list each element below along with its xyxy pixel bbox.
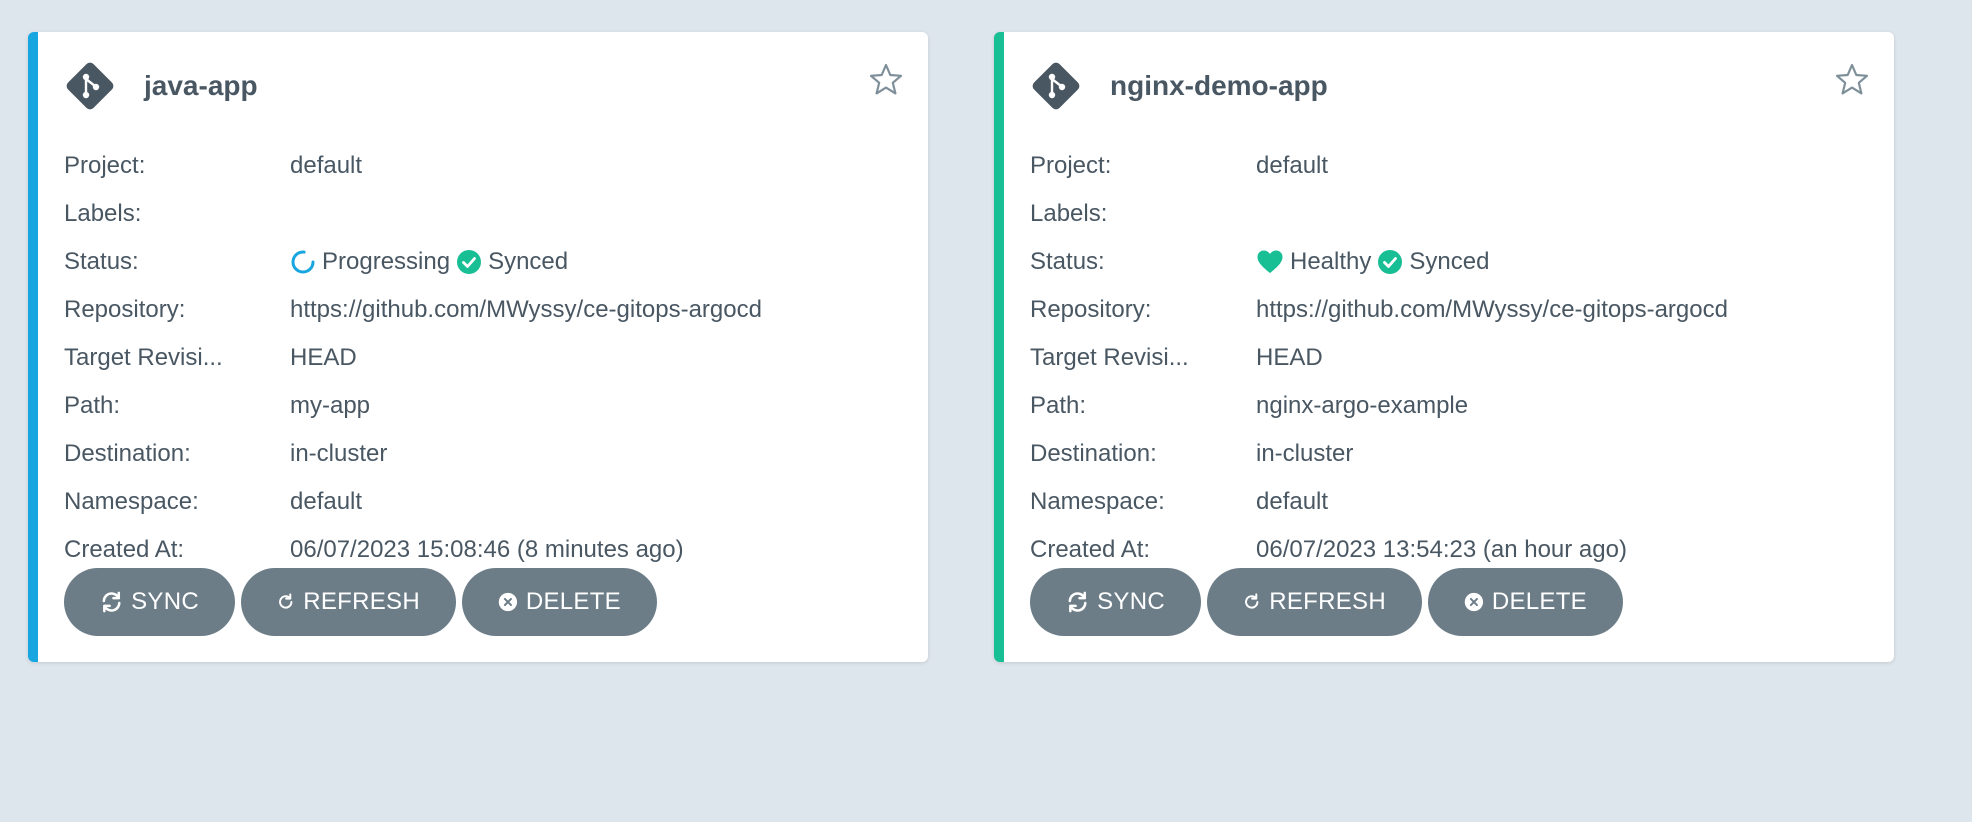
- status-label: Status:: [1030, 248, 1105, 275]
- created-at-label: Created At:: [1030, 536, 1151, 563]
- health-status-text: Progressing: [322, 248, 451, 275]
- card-header: java-app: [64, 60, 258, 112]
- namespace-label: Namespace:: [1030, 488, 1165, 515]
- refresh-icon: [279, 593, 293, 609]
- sync-button-label: SYNC: [1097, 588, 1165, 615]
- created-at-row: Created At: 06/07/2023 15:08:46 (8 minut…: [64, 526, 762, 574]
- sync-button-label: SYNC: [131, 588, 199, 615]
- sync-status[interactable]: Synced: [1377, 248, 1489, 276]
- refresh-button[interactable]: REFRESH: [241, 568, 456, 636]
- repository-row: Repository: https://github.com/MWyssy/ce…: [64, 286, 762, 334]
- refresh-icon: [1245, 593, 1259, 609]
- delete-button-label: DELETE: [525, 588, 621, 615]
- git-icon: [1030, 60, 1082, 112]
- path-label: Path:: [1030, 392, 1087, 419]
- namespace-row: Namespace: default: [1030, 478, 1728, 526]
- namespace-value: default: [290, 488, 363, 515]
- repository-link[interactable]: https://github.com/MWyssy/ce-gitops-argo…: [290, 296, 762, 324]
- app-details: Project: default Labels: Status: Progres…: [64, 142, 762, 574]
- project-value: default: [290, 152, 363, 179]
- status-value: Progressing Synced: [290, 248, 574, 276]
- card-header: nginx-demo-app: [1030, 60, 1328, 112]
- git-icon: [64, 60, 116, 112]
- health-status-text: Healthy: [1290, 248, 1372, 275]
- path-value: nginx-argo-example: [1256, 392, 1469, 419]
- namespace-label: Namespace:: [64, 488, 199, 515]
- target-revision-row: Target Revisi... HEAD: [64, 334, 762, 382]
- app-card-nginx-demo-app[interactable]: nginx-demo-app Project: default Labels: …: [994, 32, 1894, 662]
- favorite-star-icon[interactable]: [1834, 62, 1870, 98]
- status-row: Status: Progressing Synced: [64, 238, 762, 286]
- synced-check-icon: [457, 250, 482, 274]
- created-at-label: Created At:: [64, 536, 185, 563]
- destination-label: Destination:: [1030, 440, 1157, 467]
- action-buttons: SYNC REFRESH DELETE: [64, 568, 663, 636]
- sync-status-text: Synced: [1409, 248, 1490, 275]
- namespace-row: Namespace: default: [64, 478, 762, 526]
- project-label: Project:: [1030, 152, 1112, 179]
- path-label: Path:: [64, 392, 121, 419]
- refresh-button[interactable]: REFRESH: [1207, 568, 1422, 636]
- favorite-star-icon[interactable]: [868, 62, 904, 98]
- project-value: default: [1256, 152, 1329, 179]
- path-value: my-app: [290, 392, 371, 419]
- labels-row: Labels:: [1030, 190, 1728, 238]
- destination-row: Destination: in-cluster: [1030, 430, 1728, 478]
- app-name[interactable]: nginx-demo-app: [1110, 70, 1328, 102]
- app-card-java-app[interactable]: java-app Project: default Labels: Status…: [28, 32, 928, 662]
- synced-check-icon: [1378, 250, 1403, 274]
- target-revision-value: HEAD: [1256, 344, 1323, 371]
- sync-status[interactable]: Synced: [456, 248, 568, 276]
- status-label: Status:: [64, 248, 139, 275]
- status-value: Healthy Synced: [1256, 248, 1495, 276]
- delete-button-label: DELETE: [1491, 588, 1587, 615]
- repository-row: Repository: https://github.com/MWyssy/ce…: [1030, 286, 1728, 334]
- sync-icon: [102, 591, 121, 613]
- created-at-row: Created At: 06/07/2023 13:54:23 (an hour…: [1030, 526, 1728, 574]
- app-name[interactable]: java-app: [144, 70, 258, 102]
- action-buttons: SYNC REFRESH DELETE: [1030, 568, 1629, 636]
- project-row: Project: default: [1030, 142, 1728, 190]
- delete-button[interactable]: DELETE: [1428, 568, 1623, 636]
- health-status[interactable]: Progressing: [290, 248, 450, 276]
- labels-label: Labels:: [1030, 200, 1108, 227]
- repository-link[interactable]: https://github.com/MWyssy/ce-gitops-argo…: [1256, 296, 1728, 324]
- delete-button[interactable]: DELETE: [462, 568, 657, 636]
- repository-label: Repository:: [1030, 296, 1152, 323]
- target-revision-label: Target Revisi...: [1030, 344, 1189, 371]
- app-details: Project: default Labels: Status: Healthy: [1030, 142, 1728, 574]
- sync-status-text: Synced: [488, 248, 569, 275]
- target-revision-label: Target Revisi...: [64, 344, 223, 371]
- heart-icon: [1257, 250, 1283, 273]
- progressing-spinner-icon: [291, 250, 315, 274]
- status-row: Status: Healthy Synced: [1030, 238, 1728, 286]
- delete-x-circle-icon: [1464, 592, 1484, 612]
- project-row: Project: default: [64, 142, 762, 190]
- sync-icon: [1068, 591, 1087, 613]
- target-revision-value: HEAD: [290, 344, 357, 371]
- labels-row: Labels:: [64, 190, 762, 238]
- labels-label: Labels:: [64, 200, 142, 227]
- path-row: Path: nginx-argo-example: [1030, 382, 1728, 430]
- created-at-value: 06/07/2023 13:54:23 (an hour ago): [1256, 536, 1627, 563]
- path-row: Path: my-app: [64, 382, 762, 430]
- refresh-button-label: REFRESH: [1269, 588, 1386, 615]
- sync-button[interactable]: SYNC: [1030, 568, 1201, 636]
- target-revision-row: Target Revisi... HEAD: [1030, 334, 1728, 382]
- delete-x-circle-icon: [498, 592, 518, 612]
- created-at-value: 06/07/2023 15:08:46 (8 minutes ago): [290, 536, 684, 563]
- sync-button[interactable]: SYNC: [64, 568, 235, 636]
- destination-value: in-cluster: [290, 440, 388, 467]
- namespace-value: default: [1256, 488, 1329, 515]
- destination-label: Destination:: [64, 440, 191, 467]
- project-label: Project:: [64, 152, 146, 179]
- destination-value: in-cluster: [1256, 440, 1354, 467]
- refresh-button-label: REFRESH: [303, 588, 420, 615]
- health-status[interactable]: Healthy: [1256, 248, 1371, 276]
- repository-label: Repository:: [64, 296, 186, 323]
- destination-row: Destination: in-cluster: [64, 430, 762, 478]
